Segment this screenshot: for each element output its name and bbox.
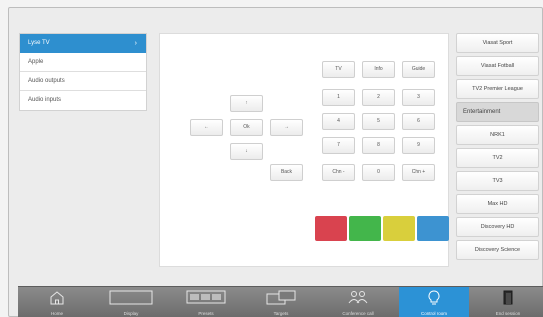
remote-control-panel: TV Info Guide ↑ ← Ok → ↓ 1 2 3 4 5 6 7 8… [159, 33, 449, 267]
digit-8-button[interactable]: 8 [362, 137, 395, 154]
digit-1-button[interactable]: 1 [322, 89, 355, 106]
sidebar-item-label: Apple [28, 59, 44, 65]
channel-viasat-fotball[interactable]: Viasat Fotball [456, 56, 539, 76]
blue-color-button[interactable] [417, 216, 449, 241]
nav-conference-call[interactable]: Conference call [323, 287, 393, 317]
nav-targets[interactable]: Targets [246, 287, 316, 317]
channel-list: Viasat Sport Viasat Fotball TV2 Premier … [456, 33, 539, 263]
display-icon [109, 290, 153, 307]
sidebar-item-label: Audio outputs [28, 78, 65, 84]
down-arrow-button[interactable]: ↓ [230, 143, 263, 160]
nav-label: End session [495, 311, 521, 316]
nav-label: Conference call [342, 311, 374, 316]
digit-9-button[interactable]: 9 [402, 137, 435, 154]
nav-control-room[interactable]: Control room [399, 287, 469, 317]
sidebar-item-label: Lyse TV [28, 40, 50, 46]
digit-3-button[interactable]: 3 [402, 89, 435, 106]
conference-icon [347, 290, 369, 306]
guide-button[interactable]: Guide [402, 61, 435, 78]
channel-up-button[interactable]: Chn + [402, 164, 435, 181]
back-button[interactable]: Back [270, 164, 303, 181]
lightbulb-icon [427, 290, 441, 307]
nav-end-session[interactable]: End session [473, 287, 543, 317]
nav-label: Display [123, 311, 139, 316]
channel-max-hd[interactable]: Max HD [456, 194, 539, 214]
nav-label: Presets [198, 311, 214, 316]
channel-group-header: Entertainment [456, 102, 539, 122]
channel-discovery-science[interactable]: Discovery Science [456, 240, 539, 260]
channel-tv2-premier-league[interactable]: TV2 Premier League [456, 79, 539, 99]
sidebar-item-lyse-tv[interactable]: Lyse TV › [20, 34, 146, 53]
channel-discovery-hd[interactable]: Discovery HD [456, 217, 539, 237]
nav-display[interactable]: Display [96, 287, 166, 317]
digit-0-button[interactable]: 0 [362, 164, 395, 181]
targets-icon [265, 290, 297, 307]
yellow-color-button[interactable] [383, 216, 415, 241]
digit-6-button[interactable]: 6 [402, 113, 435, 130]
nav-presets[interactable]: Presets [171, 287, 241, 317]
channel-tv2[interactable]: TV2 [456, 148, 539, 168]
green-color-button[interactable] [349, 216, 381, 241]
red-color-button[interactable] [315, 216, 347, 241]
nav-label: Targets [273, 311, 289, 316]
channel-nrk1[interactable]: NRK1 [456, 125, 539, 145]
channel-viasat-sport[interactable]: Viasat Sport [456, 33, 539, 53]
up-arrow-button[interactable]: ↑ [230, 95, 263, 112]
sidebar-item-apple[interactable]: Apple [20, 53, 146, 72]
digit-2-button[interactable]: 2 [362, 89, 395, 106]
ok-button[interactable]: Ok [230, 119, 263, 136]
right-arrow-button[interactable]: → [270, 119, 303, 136]
nav-label: Control room [420, 311, 447, 316]
sidebar-item-label: Audio inputs [28, 97, 62, 103]
chevron-right-icon: › [134, 40, 137, 47]
digit-5-button[interactable]: 5 [362, 113, 395, 130]
left-arrow-button[interactable]: ← [190, 119, 223, 136]
nav-home[interactable]: Home [22, 287, 92, 317]
channel-tv3[interactable]: TV3 [456, 171, 539, 191]
end-session-icon [502, 290, 514, 307]
sidebar-item-audio-inputs[interactable]: Audio inputs [20, 91, 146, 110]
source-sidebar: Lyse TV › Apple Audio outputs Audio inpu… [19, 33, 147, 111]
tv-button[interactable]: TV [322, 61, 355, 78]
presets-icon [186, 290, 226, 305]
channel-down-button[interactable]: Chn - [322, 164, 355, 181]
digit-4-button[interactable]: 4 [322, 113, 355, 130]
nav-label: Home [50, 311, 63, 316]
info-button[interactable]: Info [362, 61, 395, 78]
sidebar-item-audio-outputs[interactable]: Audio outputs [20, 72, 146, 91]
home-icon [49, 290, 65, 306]
digit-7-button[interactable]: 7 [322, 137, 355, 154]
bottom-nav-bar: Home Display Presets Targets Conference … [18, 286, 543, 317]
